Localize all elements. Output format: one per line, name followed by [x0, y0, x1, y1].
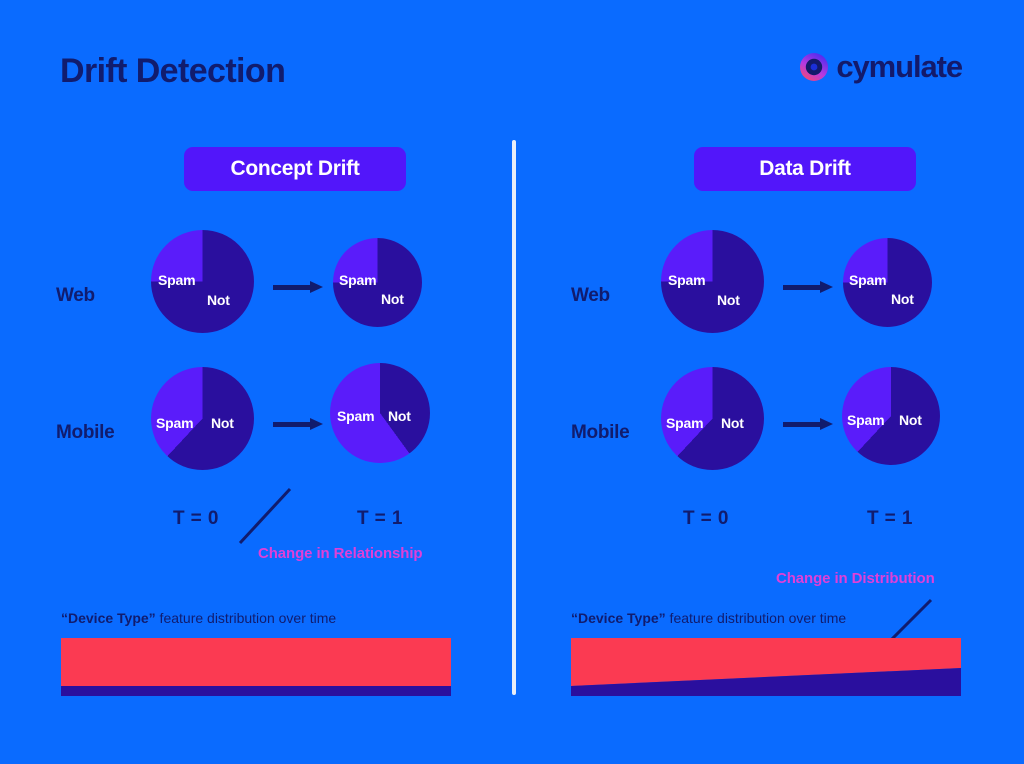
arrow-data-web [783, 281, 833, 293]
panel-concept-drift: Concept Drift Web Spam Not Spam Not Mobi… [20, 120, 500, 720]
page-title: Drift Detection [60, 52, 286, 90]
time-label-t1: T = 1 [357, 508, 403, 529]
annotation-pointer-line [238, 487, 292, 545]
pie-slice-label-not: Not [899, 412, 922, 428]
pie-slice-label-spam: Spam [668, 272, 706, 288]
pie-slice-label-not: Not [721, 415, 744, 431]
pie-slice-label-spam: Spam [666, 415, 704, 431]
distribution-caption-rest: feature distribution over time [665, 610, 847, 626]
pie-concept-web-t0: Spam Not [151, 230, 254, 333]
pie-slice-label-spam: Spam [156, 415, 194, 431]
distribution-caption-feature: “Device Type” [61, 610, 156, 626]
pie-slice-label-spam: Spam [849, 272, 887, 288]
distribution-caption-rest: feature distribution over time [155, 610, 337, 626]
arrow-data-mobile [783, 418, 833, 430]
panel-title-data-drift: Data Drift [694, 147, 916, 191]
distribution-caption: “Device Type” feature distribution over … [61, 610, 336, 626]
cymulate-ring-icon [799, 52, 829, 82]
row-label-mobile: Mobile [571, 422, 630, 443]
panel-divider [512, 140, 516, 695]
annotation-change-in-distribution: Change in Distribution [776, 570, 935, 587]
time-label-t0: T = 0 [683, 508, 729, 529]
time-label-t0: T = 0 [173, 508, 219, 529]
pie-slice-label-spam: Spam [158, 272, 196, 288]
pie-slice-label-not: Not [388, 408, 411, 424]
pie-data-web-t1: Spam Not [843, 238, 932, 327]
logo-wordmark: cymulate [836, 49, 963, 84]
pie-data-mobile-t1: Spam Not [842, 367, 940, 465]
pie-concept-mobile-t0: Spam Not [151, 367, 254, 470]
pie-slice-label-not: Not [211, 415, 234, 431]
pie-slice-label-spam: Spam [337, 408, 375, 424]
panel-data-drift: Data Drift Web Spam Not Spam Not Mobile … [530, 120, 1010, 720]
time-label-t1: T = 1 [867, 508, 913, 529]
pie-slice-label-spam: Spam [339, 272, 377, 288]
row-label-web: Web [571, 285, 610, 306]
row-label-mobile: Mobile [56, 422, 115, 443]
arrow-concept-mobile [273, 418, 323, 430]
pie-data-mobile-t0: Spam Not [661, 367, 764, 470]
distribution-bar-stable [61, 638, 451, 696]
pie-data-web-t0: Spam Not [661, 230, 764, 333]
distribution-caption: “Device Type” feature distribution over … [571, 610, 846, 626]
row-label-web: Web [56, 285, 95, 306]
pie-slice-label-spam: Spam [847, 412, 885, 428]
arrow-concept-web [273, 281, 323, 293]
pie-slice-label-not: Not [891, 291, 914, 307]
distribution-caption-feature: “Device Type” [571, 610, 666, 626]
pie-slice-label-not: Not [717, 292, 740, 308]
pie-slice-label-not: Not [207, 292, 230, 308]
drift-detection-infographic: Drift Detection cymulate Concept Drift W… [0, 0, 1024, 764]
panel-title-concept-drift: Concept Drift [184, 147, 406, 191]
pie-concept-web-t1: Spam Not [333, 238, 422, 327]
distribution-bar-drifting [571, 638, 961, 696]
annotation-change-in-relationship: Change in Relationship [258, 545, 423, 562]
pie-slice-label-not: Not [381, 291, 404, 307]
cymulate-logo: cymulate [799, 49, 963, 84]
pie-concept-mobile-t1: Spam Not [330, 363, 430, 463]
